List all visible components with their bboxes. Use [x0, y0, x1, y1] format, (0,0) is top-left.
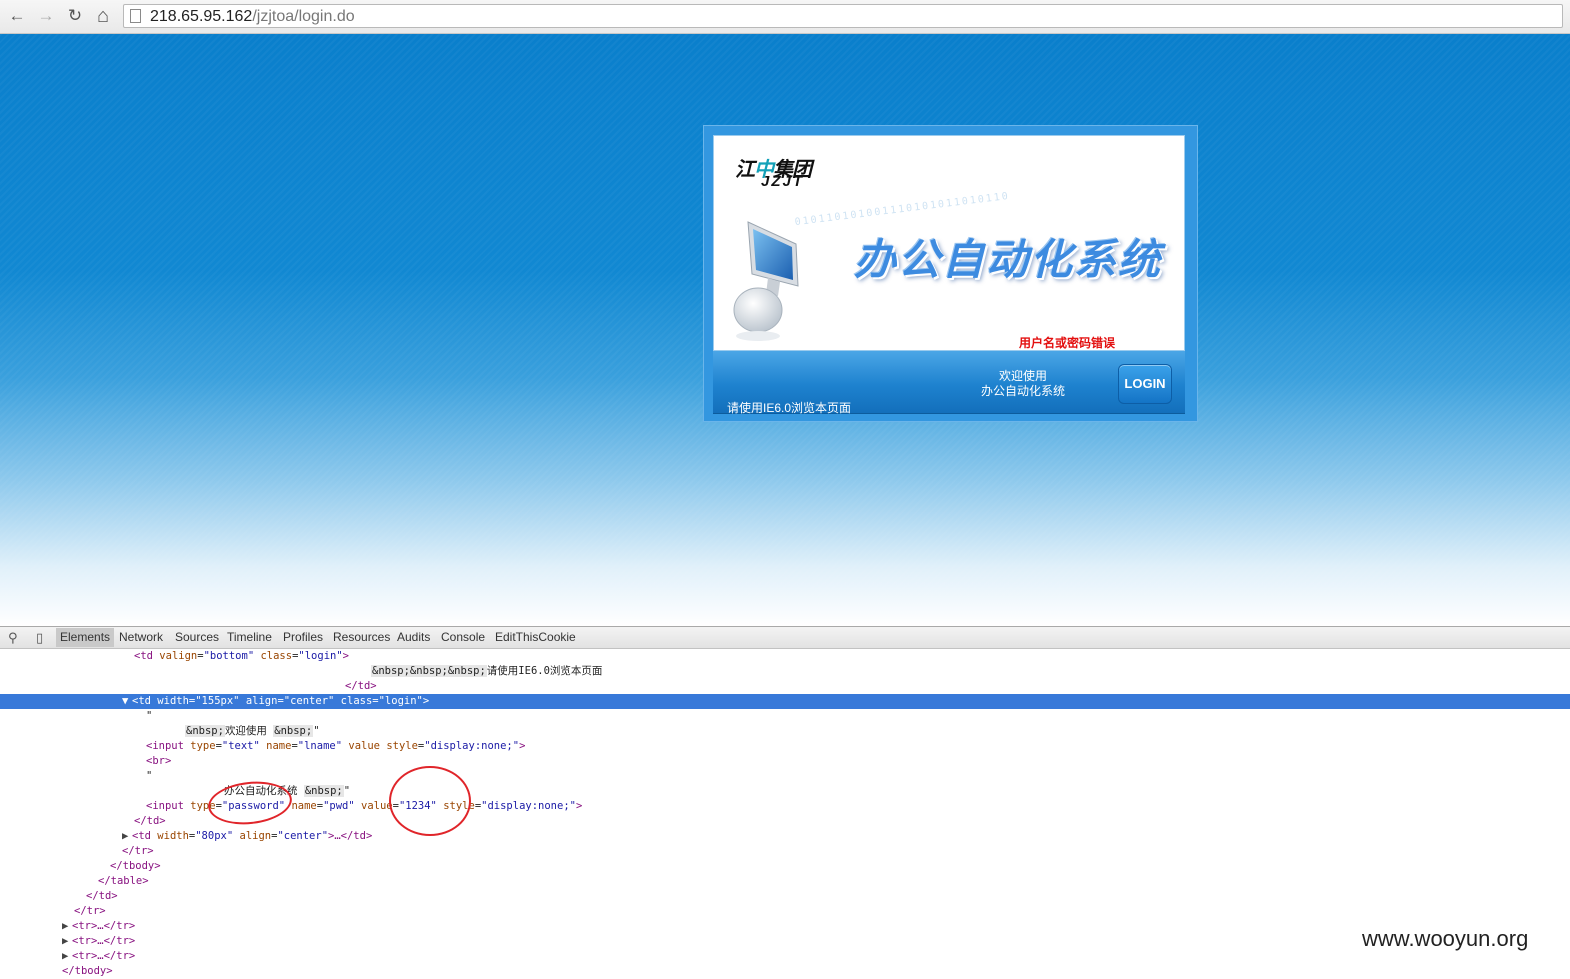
tab-timeline[interactable]: Timeline: [227, 630, 272, 644]
tab-resources[interactable]: Resources: [333, 630, 390, 644]
dom-node-selected[interactable]: ▼ <td width="155px" align="center" class=…: [0, 694, 1570, 709]
dom-node[interactable]: ▶ <tr>…</tr>: [0, 934, 1570, 949]
dom-node[interactable]: </table>: [0, 874, 1570, 889]
dom-node[interactable]: </tr>: [0, 844, 1570, 859]
login-button[interactable]: LOGIN: [1118, 364, 1172, 404]
tab-console[interactable]: Console: [441, 630, 485, 644]
welcome-text: 欢迎使用 办公自动化系统: [953, 369, 1093, 399]
browser-requirement-note: 请使用IE6.0浏览本页面: [727, 401, 852, 415]
watermark: www.wooyun.org: [1362, 926, 1529, 951]
tab-profiles[interactable]: Profiles: [283, 630, 323, 644]
url-host: 218.65.95.162: [150, 8, 253, 25]
logo-english: JZJT: [761, 173, 805, 190]
annotation-circle-value: [389, 766, 471, 836]
dom-node[interactable]: </td>: [0, 679, 1570, 694]
devtools-tabbar: ⚲ ▯ Elements Network Sources Timeline Pr…: [0, 627, 1570, 649]
dom-node[interactable]: ▶ <td width="80px" align="center">…</td>: [0, 829, 1570, 844]
dom-text-node[interactable]: ": [0, 709, 1570, 724]
system-title: 办公自动化系统: [854, 236, 1163, 283]
page-viewport: 江中集团 JZJT 010110101001110101011010110 办公…: [0, 34, 1570, 626]
computer-icon: [733, 221, 799, 341]
dom-node[interactable]: </td>: [0, 889, 1570, 904]
home-icon[interactable]: ⌂: [93, 6, 113, 26]
dom-node[interactable]: ▶ <tr>…</tr>: [0, 919, 1570, 934]
dom-text-node[interactable]: ": [0, 769, 1570, 784]
dom-node[interactable]: </tbody>: [0, 859, 1570, 874]
login-banner: 江中集团 JZJT 010110101001110101011010110 办公…: [713, 135, 1185, 351]
dom-text-node[interactable]: &nbsp;欢迎使用 &nbsp;": [0, 724, 1570, 739]
login-panel: 江中集团 JZJT 010110101001110101011010110 办公…: [703, 125, 1198, 422]
device-mode-icon[interactable]: ▯: [36, 630, 43, 646]
dom-text-node[interactable]: &nbsp;&nbsp;&nbsp;请使用IE6.0浏览本页面: [0, 664, 1570, 679]
company-logo: 江中集团 JZJT: [735, 153, 845, 193]
tab-editthiscookie[interactable]: EditThisCookie: [495, 630, 576, 644]
dom-node[interactable]: <input type="text" name="lname" value st…: [0, 739, 1570, 754]
tab-elements[interactable]: Elements: [56, 628, 115, 647]
page-icon: [130, 9, 141, 23]
url-text[interactable]: 218.65.95.162/jzjtoa/login.do: [150, 8, 355, 26]
url-path: /jzjtoa/login.do: [252, 8, 355, 25]
dom-node[interactable]: <br>: [0, 754, 1570, 769]
browser-toolbar: ← → ↻ ⌂ 218.65.95.162/jzjtoa/login.do: [0, 0, 1570, 34]
binary-decoration: 010110101001110101011010110: [794, 190, 1011, 229]
error-message: 用户名或密码错误: [1019, 336, 1116, 350]
forward-icon[interactable]: →: [36, 6, 56, 26]
dom-node[interactable]: </tbody>: [0, 964, 1570, 979]
login-bar: 请使用IE6.0浏览本页面 欢迎使用 办公自动化系统 LOGIN: [713, 351, 1185, 415]
dom-node[interactable]: ▶ <tr>…</tr>: [0, 949, 1570, 964]
welcome-line-2: 办公自动化系统: [980, 384, 1065, 398]
tab-audits[interactable]: Audits: [397, 630, 430, 644]
dom-node[interactable]: </tr>: [0, 904, 1570, 919]
inspect-search-icon[interactable]: ⚲: [8, 630, 18, 646]
reload-icon[interactable]: ↻: [65, 6, 85, 26]
welcome-line-1: 欢迎使用: [998, 369, 1047, 383]
tab-network[interactable]: Network: [119, 630, 163, 644]
address-bar[interactable]: 218.65.95.162/jzjtoa/login.do: [123, 4, 1563, 28]
tab-sources[interactable]: Sources: [175, 630, 219, 644]
dom-node[interactable]: <td valign="bottom" class="login">: [0, 649, 1570, 664]
back-icon[interactable]: ←: [7, 6, 27, 26]
